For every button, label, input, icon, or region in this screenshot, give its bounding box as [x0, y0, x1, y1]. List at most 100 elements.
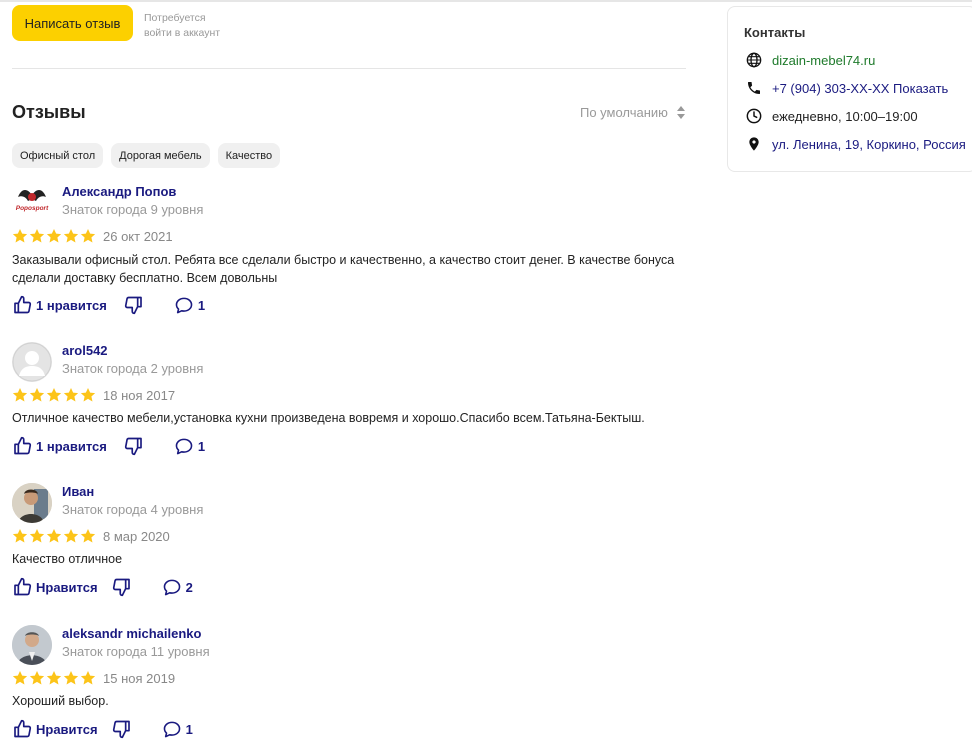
thumbs-down-icon [112, 720, 130, 739]
rating-stars [12, 670, 96, 686]
contact-website-row: dizain-mebel74.ru [746, 52, 875, 68]
comments-button[interactable]: 2 [162, 578, 193, 597]
star-icon [63, 388, 79, 402]
like-button[interactable]: Нравится [12, 719, 98, 739]
like-label: 1 нравится [36, 438, 107, 454]
location-pin-icon [749, 137, 759, 151]
reviews-title: Отзывы [12, 102, 86, 122]
like-button[interactable]: 1 нравится [12, 295, 107, 315]
contacts-title: Контакты [744, 25, 806, 40]
tag-office-desk[interactable]: Офисный стол [12, 143, 104, 168]
star-icon [12, 529, 28, 543]
comments-count: 2 [185, 579, 193, 595]
author-name[interactable]: Александр Попов [62, 184, 176, 199]
review-date: 8 мар 2020 [103, 529, 170, 544]
comments-button[interactable]: 1 [174, 296, 205, 315]
star-icon [80, 229, 96, 243]
comments-button[interactable]: 1 [174, 437, 205, 456]
comment-icon [163, 721, 180, 737]
author-name[interactable]: Иван [62, 484, 94, 499]
contact-phone-link[interactable]: +7 (904) 303-XX-XX Показать [772, 81, 948, 96]
like-label: Нравится [36, 721, 98, 737]
author-name[interactable]: aleksandr michailenko [62, 626, 201, 641]
avatar[interactable]: Poposport [12, 183, 52, 223]
tag-quality[interactable]: Качество [217, 143, 281, 168]
rating-stars [12, 228, 96, 244]
star-icon [80, 388, 96, 402]
contact-phone-row: +7 (904) 303-XX-XX Показать [746, 80, 948, 96]
star-icon [12, 229, 28, 243]
star-icon [12, 388, 28, 402]
thumbs-up-icon [14, 577, 32, 596]
like-button[interactable]: 1 нравится [12, 436, 107, 456]
comment-icon [163, 579, 180, 595]
review-actions: Нравится 1 [12, 719, 193, 739]
review-text: Качество отличное [12, 552, 123, 566]
thumbs-down-icon [124, 437, 142, 456]
rating-stars [12, 387, 96, 403]
dislike-button[interactable] [111, 719, 132, 739]
dislike-button[interactable] [123, 295, 144, 315]
review-item: aleksandr michailenko Знаток города 11 у… [12, 625, 692, 750]
review-actions: 1 нравится 1 [12, 295, 205, 315]
review-date: 15 ноя 2019 [103, 671, 176, 686]
avatar[interactable] [12, 342, 52, 382]
like-label: 1 нравится [36, 297, 107, 313]
comments-button[interactable]: 1 [162, 720, 193, 739]
login-hint-line2: войти в аккаунт [144, 27, 221, 39]
review-item: arol542 Знаток города 2 уровня 18 ноя 20… [12, 342, 692, 467]
tag-list: Офисный стол Дорогая мебель Качество [12, 143, 281, 168]
author-level: Знаток города 9 уровня [62, 202, 204, 217]
contact-hours: ежедневно, 10:00–19:00 [772, 108, 918, 124]
thumbs-up-icon [14, 719, 32, 738]
star-icon [46, 529, 62, 543]
author-level: Знаток города 4 уровня [62, 502, 204, 517]
contacts-card: Контакты dizain-mebel74.ru +7 (904) 303-… [727, 6, 972, 172]
author-level: Знаток города 2 уровня [62, 361, 204, 376]
star-icon [80, 671, 96, 685]
like-button[interactable]: Нравится [12, 577, 98, 597]
like-label: Нравится [36, 579, 98, 595]
default-avatar-icon [12, 342, 52, 382]
write-review-button[interactable]: Написать отзыв [12, 5, 133, 41]
review-text: Отличное качество мебели,установка кухни… [12, 411, 645, 425]
contact-address-link[interactable]: ул. Ленина, 19, Коркино, Россия [772, 137, 966, 152]
contact-address-row: ул. Ленина, 19, Коркино, Россия [746, 136, 966, 152]
avatar[interactable] [12, 483, 52, 523]
thumbs-down-icon [112, 578, 130, 597]
contact-website-link[interactable]: dizain-mebel74.ru [772, 53, 875, 68]
comment-icon [175, 438, 193, 454]
thumbs-down-icon [124, 296, 142, 315]
star-icon [63, 529, 79, 543]
star-icon [46, 388, 62, 402]
comment-icon [175, 297, 193, 313]
star-icon [63, 671, 79, 685]
star-icon [63, 229, 79, 243]
star-icon [29, 388, 45, 402]
author-name[interactable]: arol542 [62, 343, 108, 358]
review-text: Хороший выбор. [12, 694, 109, 708]
star-icon [12, 671, 28, 685]
thumbs-up-icon [14, 295, 32, 314]
globe-icon [746, 52, 762, 68]
dislike-button[interactable] [111, 577, 132, 597]
sort-dropdown[interactable]: По умолчанию [580, 105, 685, 120]
login-hint-line1: Потребуется [144, 12, 206, 24]
rating-stars [12, 528, 96, 544]
tag-expensive-furniture[interactable]: Дорогая мебель [111, 143, 210, 168]
comments-count: 1 [197, 297, 206, 313]
review-text: Заказывали офисный стол. Ребята все сдел… [12, 253, 675, 285]
star-icon [29, 229, 45, 243]
login-hint: Потребуется войти в аккаунт [144, 11, 254, 41]
star-icon [80, 529, 96, 543]
avatar[interactable] [12, 625, 52, 665]
contact-hours-row: ежедневно, 10:00–19:00 [746, 108, 918, 124]
dislike-button[interactable] [123, 436, 144, 456]
poposport-logo: Poposport [16, 190, 49, 212]
review-date: 26 окт 2021 [103, 229, 173, 244]
star-icon [29, 671, 45, 685]
logo-text: Poposport [16, 205, 49, 212]
star-icon [46, 229, 62, 243]
comments-count: 1 [197, 438, 206, 454]
top-border [0, 0, 972, 2]
